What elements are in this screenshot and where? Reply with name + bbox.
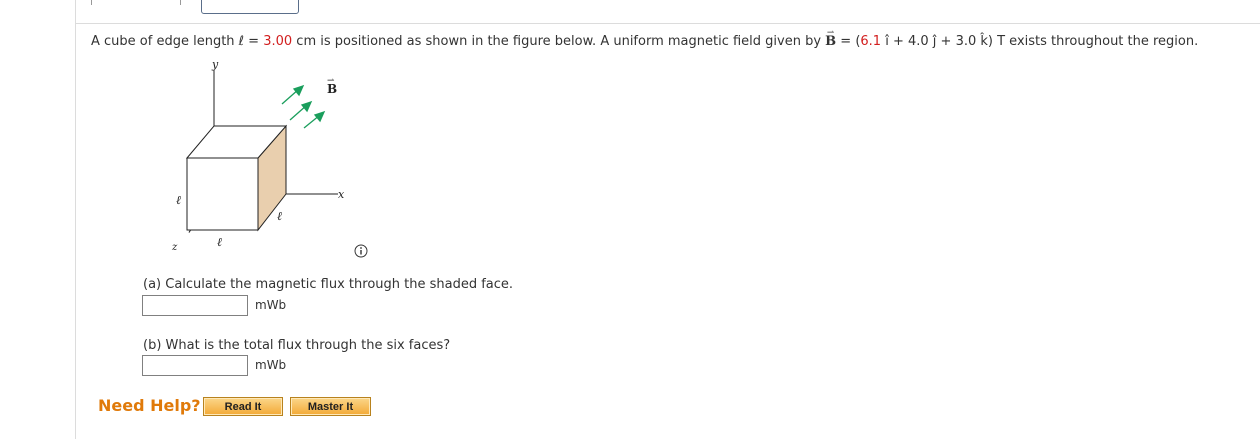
z-axis-label: z xyxy=(171,242,178,253)
part-b-unit: mWb xyxy=(255,358,287,372)
x-axis-label: x xyxy=(338,188,345,201)
b-arrow-head xyxy=(313,110,326,123)
ell-label-bottom: ℓ xyxy=(217,235,222,249)
edge-length-value: 3.00 xyxy=(263,34,293,49)
part-a-question: (a) Calculate the magnetic flux through … xyxy=(143,277,514,292)
master-it-button[interactable]: Master It xyxy=(290,397,371,416)
b-vector-symbol: ⇀ B xyxy=(825,28,837,49)
info-icon[interactable] xyxy=(354,244,368,258)
front-face xyxy=(186,157,259,231)
ell-label-right: ℓ xyxy=(277,209,282,223)
bracket-tick xyxy=(180,0,181,5)
y-axis-label: y xyxy=(211,58,219,71)
read-it-button[interactable]: Read It xyxy=(203,397,283,416)
part-b-answer-input[interactable] xyxy=(142,355,248,376)
part-a-answer-input[interactable] xyxy=(142,295,248,316)
divider xyxy=(75,23,1260,24)
b-arrow-head xyxy=(300,100,313,113)
left-rule xyxy=(75,0,76,439)
need-help-label: Need Help? xyxy=(98,396,201,415)
previous-question-strip xyxy=(0,0,1260,24)
b-arrow-head xyxy=(292,84,305,97)
b-field-arrows xyxy=(281,84,326,129)
part-a-unit: mWb xyxy=(255,298,287,312)
problem-statement: A cube of edge length ℓ = 3.00 cm is pos… xyxy=(91,28,1199,49)
b-field-label-arrow: ⇀ xyxy=(327,76,335,86)
ell-label-left: ℓ xyxy=(176,193,181,207)
cube-figure: y x ℓ ℓ ℓ z B ⇀ xyxy=(171,58,345,253)
previous-answer-input[interactable] xyxy=(201,0,299,14)
bx-value: 6.1 xyxy=(860,34,882,49)
bracket-tick xyxy=(91,0,92,5)
part-b-question: (b) What is the total flux through the s… xyxy=(143,338,451,353)
